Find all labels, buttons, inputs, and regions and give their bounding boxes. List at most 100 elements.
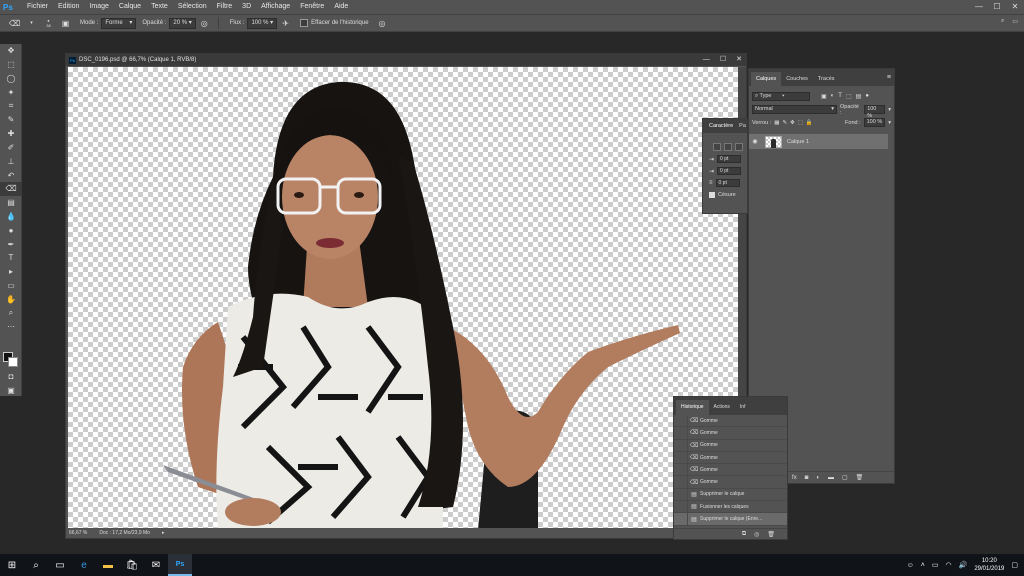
move-tool-icon[interactable]: ✥: [0, 44, 22, 58]
history-item[interactable]: ⌫ Gomme: [674, 415, 787, 428]
stamp-tool-icon[interactable]: ⊥: [0, 154, 22, 168]
mail-icon[interactable]: ✉: [144, 554, 168, 576]
align-center-icon[interactable]: [724, 143, 732, 151]
store-icon[interactable]: 🛍: [120, 554, 144, 576]
menu-3d[interactable]: 3D: [237, 0, 256, 14]
fill-input[interactable]: 100 %: [863, 118, 886, 127]
eraser-tool-icon[interactable]: ⌫: [9, 18, 20, 29]
trash-icon[interactable]: 🗑: [856, 474, 864, 481]
dodge-tool-icon[interactable]: ●: [0, 223, 22, 237]
rectangle-tool-icon[interactable]: ▭: [0, 279, 22, 293]
history-item[interactable]: ▤ Fusionner les calques: [674, 501, 787, 514]
menu-fenetre[interactable]: Fenêtre: [295, 0, 329, 14]
mask-icon[interactable]: ◙: [805, 475, 809, 481]
volume-icon[interactable]: 🔊: [959, 561, 968, 569]
history-item[interactable]: ⌫ Gomme: [674, 439, 787, 452]
opacity-input[interactable]: 20 % ▾: [169, 17, 196, 29]
zoom-tool-icon[interactable]: ⌕: [0, 306, 22, 320]
chevron-down-icon[interactable]: ▾: [26, 18, 37, 29]
history-item[interactable]: ▤ Supprimer le calque: [674, 488, 787, 502]
indent-left-field[interactable]: 0 pt: [717, 155, 742, 163]
history-source-slot[interactable]: [674, 415, 688, 427]
hand-tool-icon[interactable]: ✋: [0, 292, 22, 306]
search-icon[interactable]: ⌕: [24, 554, 48, 576]
history-item[interactable]: ⌫ Gomme: [674, 464, 787, 477]
zoom-level[interactable]: 66,67 %: [69, 530, 87, 536]
indent-first-field[interactable]: 0 pt: [717, 167, 742, 175]
panel-menu-icon[interactable]: ≡: [887, 74, 891, 81]
background-color[interactable]: [8, 357, 18, 367]
doc-info[interactable]: Doc : 17,2 Mo/23,9 Mo: [99, 530, 150, 536]
marquee-tool-icon[interactable]: ⬚: [0, 58, 22, 72]
eraser-tool-icon[interactable]: ⌫: [0, 181, 22, 196]
filter-type-icon[interactable]: T: [838, 93, 842, 100]
clock[interactable]: 10:20 29/01/2019: [974, 557, 1004, 573]
history-item[interactable]: ⌫ Gomme: [674, 451, 787, 465]
menu-aide[interactable]: Aide: [329, 0, 353, 14]
lock-artboard-icon[interactable]: ⬚: [798, 120, 803, 126]
tab-paragraphe[interactable]: Pa: [739, 123, 746, 129]
lock-pixels-icon[interactable]: ✎: [782, 120, 787, 126]
menu-texte[interactable]: Texte: [146, 0, 173, 14]
edge-browser-icon[interactable]: e: [72, 554, 96, 576]
space-before-field[interactable]: 0 pt: [715, 179, 740, 187]
adjustment-icon[interactable]: ◐: [816, 475, 820, 481]
filter-smart-icon[interactable]: ▤: [856, 93, 862, 100]
history-item-active[interactable]: ▤ Supprimer le calque (Enre...: [674, 513, 787, 526]
menu-calque[interactable]: Calque: [114, 0, 146, 14]
chevron-down-icon[interactable]: ▾: [888, 107, 891, 113]
menu-fichier[interactable]: Fichier: [22, 0, 53, 14]
path-select-tool-icon[interactable]: ▸: [0, 265, 22, 279]
file-explorer-icon[interactable]: ▬: [96, 554, 120, 576]
blend-mode-select[interactable]: Normal ▾: [752, 105, 837, 114]
history-brush-tool-icon[interactable]: ↶: [0, 168, 22, 182]
history-source-slot[interactable]: [674, 464, 688, 476]
erase-history-checkbox[interactable]: [300, 19, 309, 27]
history-source-slot[interactable]: [674, 439, 688, 451]
lock-all-icon[interactable]: 🔒: [806, 120, 813, 126]
doc-minimize-button[interactable]: —: [703, 54, 710, 66]
quick-mask-icon[interactable]: ◘: [0, 370, 22, 384]
canvas[interactable]: [68, 67, 738, 530]
wifi-icon[interactable]: ◠: [946, 561, 952, 569]
people-icon[interactable]: ☺: [907, 562, 914, 569]
align-right-icon[interactable]: [735, 143, 743, 151]
lasso-tool-icon[interactable]: ◯: [0, 72, 22, 86]
tab-calques[interactable]: Calques: [751, 72, 782, 86]
filter-shape-icon[interactable]: ⬚: [846, 93, 852, 100]
battery-icon[interactable]: ▭: [932, 561, 939, 569]
more-tools-icon[interactable]: ⋯: [0, 320, 22, 334]
filter-toggle-icon[interactable]: ●: [865, 93, 869, 100]
tab-traces[interactable]: Tracés: [813, 72, 840, 86]
layer-opacity-input[interactable]: 100 %: [864, 105, 886, 119]
photoshop-taskbar-icon[interactable]: Ps: [168, 554, 192, 576]
crop-tool-icon[interactable]: ⌗: [0, 99, 22, 113]
history-source-slot[interactable]: [674, 451, 688, 464]
menu-selection[interactable]: Sélection: [173, 0, 212, 14]
lock-transparency-icon[interactable]: ▦: [774, 120, 779, 126]
tab-actions[interactable]: Actions: [709, 400, 735, 415]
doc-close-button[interactable]: ✕: [736, 54, 742, 66]
chevron-down-icon[interactable]: ▾: [888, 120, 891, 126]
menu-image[interactable]: Image: [84, 0, 113, 14]
document-tab[interactable]: Ps DSC_0196.psd @ 66,7% (Calque 1, RVB/8…: [66, 54, 746, 66]
menu-affichage[interactable]: Affichage: [256, 0, 295, 14]
erase-history-option[interactable]: Effacer de l'historique: [300, 19, 369, 27]
tab-info[interactable]: Inf: [735, 400, 751, 415]
history-source-slot[interactable]: [674, 513, 688, 525]
hyphenation-checkbox[interactable]: [709, 192, 715, 198]
brush-tool-icon[interactable]: ✐: [0, 141, 22, 155]
lock-position-icon[interactable]: ✥: [790, 120, 795, 126]
blur-tool-icon[interactable]: 💧: [0, 210, 22, 224]
airbrush-icon[interactable]: ✈: [280, 18, 291, 29]
history-source-slot[interactable]: [674, 427, 688, 439]
eye-icon[interactable]: ◉: [749, 138, 761, 145]
eyedropper-tool-icon[interactable]: ✎: [0, 113, 22, 127]
gradient-tool-icon[interactable]: ▤: [0, 196, 22, 210]
screen-mode-icon[interactable]: ▣: [0, 384, 22, 398]
layer-name[interactable]: Calque 1: [787, 139, 809, 145]
menu-filtre[interactable]: Filtre: [212, 0, 238, 14]
history-source-slot[interactable]: [674, 488, 688, 501]
notifications-icon[interactable]: ▢: [1011, 561, 1018, 569]
fx-icon[interactable]: fx: [792, 475, 797, 481]
